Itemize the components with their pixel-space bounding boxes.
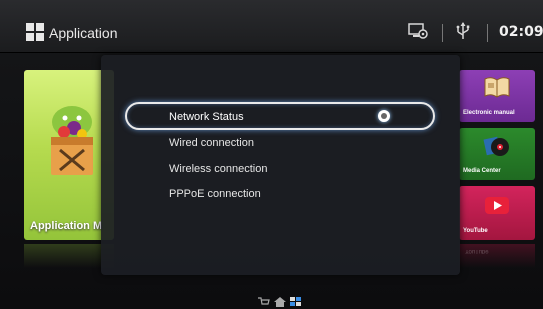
youtube-reflection-text: YouTube xyxy=(465,248,489,254)
application-tile-label: Application M xyxy=(30,220,103,232)
tv-screen: Application 02:09 Application M Electron… xyxy=(0,0,543,309)
media-center-tile[interactable]: Media Center xyxy=(459,128,535,180)
top-bar: Application 02:09 xyxy=(0,0,543,53)
menu-item-label: Network Status xyxy=(169,111,244,123)
menu-item-network-status[interactable]: Network Status xyxy=(125,102,435,130)
book-icon xyxy=(484,77,510,98)
apps-grid-icon xyxy=(26,23,44,41)
usb-icon xyxy=(456,22,470,39)
android-toolbox-icon xyxy=(51,106,93,175)
divider xyxy=(487,24,488,42)
menu-item-pppoe-connection[interactable]: PPPoE connection xyxy=(169,188,261,200)
media-disc-icon xyxy=(483,136,509,156)
page-title: Application xyxy=(49,25,118,41)
youtube-play-icon xyxy=(485,197,509,214)
network-menu-panel xyxy=(101,55,460,275)
grid-icon[interactable] xyxy=(290,297,302,307)
radio-selected-icon[interactable] xyxy=(378,110,390,122)
divider xyxy=(442,24,443,42)
youtube-tile[interactable]: YouTube xyxy=(459,186,535,240)
youtube-label: YouTube xyxy=(463,228,488,234)
screen-settings-icon[interactable] xyxy=(408,22,428,40)
clock: 02:09 xyxy=(499,24,543,40)
electronic-manual-tile[interactable]: Electronic manual xyxy=(459,70,535,122)
home-icon[interactable] xyxy=(274,297,286,307)
media-center-label: Media Center xyxy=(463,168,501,174)
cart-icon[interactable] xyxy=(258,297,270,307)
youtube-tile-reflection: YouTube xyxy=(459,244,535,268)
menu-item-wireless-connection[interactable]: Wireless connection xyxy=(169,163,267,175)
electronic-manual-label: Electronic manual xyxy=(463,110,515,116)
menu-item-wired-connection[interactable]: Wired connection xyxy=(169,137,254,149)
